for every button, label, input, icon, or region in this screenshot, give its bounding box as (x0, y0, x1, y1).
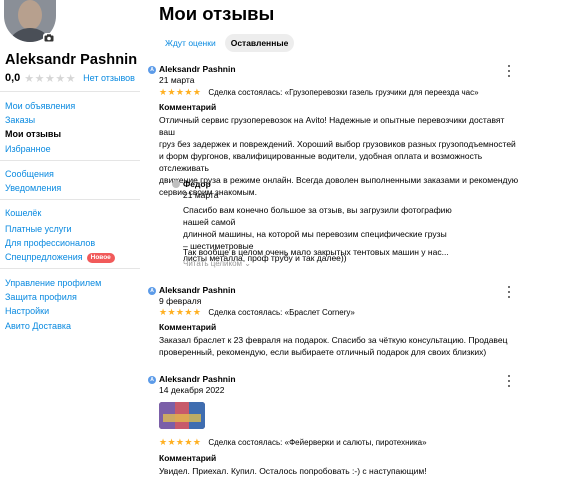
deal-text[interactable]: Сделка состоялась: «Грузоперевозки газел… (208, 88, 478, 97)
sidebar-item-settings[interactable]: Настройки (5, 305, 49, 317)
comment-text: Отличный сервис грузоперевозок на Avito!… (159, 115, 519, 197)
divider (0, 199, 140, 200)
review-deal: ★★★★★ Сделка состоялась: «Фейерверки и с… (159, 437, 427, 448)
deal-text[interactable]: Сделка состоялась: «Браслет Cornery» (208, 308, 355, 317)
rating-value: 0,0 (5, 72, 21, 84)
rating-stars: ★★★★★ (159, 307, 202, 317)
rating-stars: ★★★★★ (159, 87, 202, 97)
tab-awaiting[interactable]: Ждут оценки (159, 34, 222, 52)
sidebar: Aleksandr Pashnin 0,0 ★★★★★ Нет отзывов … (0, 0, 140, 480)
review-deal: ★★★★★ Сделка состоялась: «Грузоперевозки… (159, 87, 479, 98)
more-vertical-icon[interactable] (507, 286, 511, 298)
sidebar-item-for-pros[interactable]: Для профессионалов (5, 237, 95, 249)
user-name: Aleksandr Pashnin (5, 52, 138, 68)
author-avatar: A (148, 287, 156, 295)
review-author[interactable]: Aleksandr Pashnin (159, 64, 236, 74)
sidebar-item-special-offers[interactable]: Спецпредложения Новое (5, 251, 115, 263)
review-photo[interactable] (159, 402, 205, 429)
sidebar-item-notifications[interactable]: Уведомления (5, 182, 61, 194)
comment-heading: Комментарий (159, 102, 217, 112)
sidebar-item-messages[interactable]: Сообщения (5, 168, 54, 180)
comment-heading: Комментарий (159, 453, 217, 463)
rating-stars: ★★★★★ (159, 437, 202, 447)
review-author[interactable]: Aleksandr Pashnin (159, 374, 236, 384)
more-vertical-icon[interactable] (507, 375, 511, 387)
comment-heading: Комментарий (159, 322, 217, 332)
author-avatar: A (148, 376, 156, 384)
review-date: 14 декабря 2022 (159, 385, 225, 395)
rating-stars: ★★★★★ (24, 72, 77, 85)
reply-text-continued: Так вообще в целом очень мало закрытых т… (183, 247, 449, 257)
review-deal: ★★★★★ Сделка состоялась: «Браслет Corner… (159, 307, 355, 318)
sidebar-item-favorites[interactable]: Избранное (5, 143, 51, 155)
sidebar-item-profile-protection[interactable]: Защита профиля (5, 291, 77, 303)
reply-author[interactable]: Федор (183, 179, 211, 189)
review-date: 9 февраля (159, 296, 202, 306)
read-more-link[interactable]: Читать целиком ⌄ (183, 259, 251, 268)
camera-icon[interactable] (43, 33, 55, 43)
page-title: Мои отзывы (159, 3, 275, 24)
divider (0, 268, 140, 269)
divider (0, 91, 140, 92)
tabs: Ждут оценки Оставленные (159, 33, 297, 52)
sidebar-item-my-ads[interactable]: Мои объявления (5, 100, 75, 112)
comment-text: Заказал браслет к 23 февраля на подарок.… (159, 335, 508, 357)
sidebar-item-orders[interactable]: Заказы (5, 114, 35, 126)
sidebar-item-my-reviews[interactable]: Мои отзывы (5, 128, 61, 140)
more-vertical-icon[interactable] (507, 65, 511, 77)
reply-avatar (172, 180, 180, 188)
deal-text[interactable]: Сделка состоялась: «Фейерверки и салюты,… (208, 438, 426, 447)
comment-text: Увидел. Приехал. Купил. Осталось попробо… (159, 466, 427, 476)
reply-date: 21 марта (183, 190, 219, 200)
rating-row: 0,0 ★★★★★ Нет отзывов (5, 72, 135, 85)
sidebar-item-label: Спецпредложения (5, 252, 83, 262)
divider (0, 160, 140, 161)
sidebar-item-paid-services[interactable]: Платные услуги (5, 223, 72, 235)
sidebar-item-profile-management[interactable]: Управление профилем (5, 277, 101, 289)
new-badge: Новое (86, 253, 115, 263)
review-author[interactable]: Aleksandr Pashnin (159, 285, 236, 295)
author-avatar: A (148, 66, 156, 74)
sidebar-item-avito-delivery[interactable]: Авито Доставка (5, 320, 71, 332)
no-reviews-link[interactable]: Нет отзывов (83, 73, 135, 83)
sidebar-item-wallet[interactable]: Кошелёк (5, 207, 41, 219)
tab-left[interactable]: Оставленные (224, 33, 295, 52)
review-date: 21 марта (159, 75, 195, 85)
